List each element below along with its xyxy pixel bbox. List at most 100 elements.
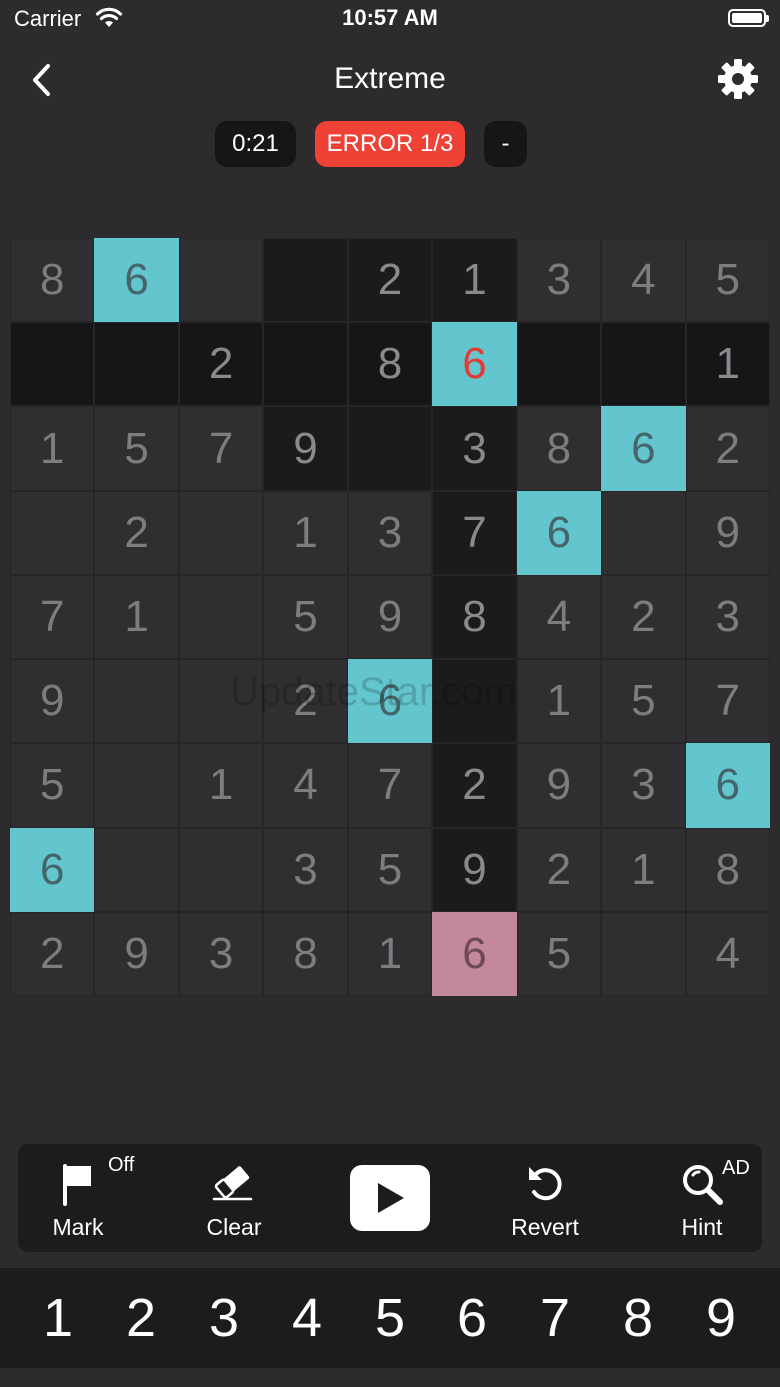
board-cell[interactable]: 1 <box>263 490 348 575</box>
board-cell[interactable] <box>94 743 179 828</box>
board-cell[interactable]: 1 <box>347 911 433 996</box>
number-key-1[interactable]: 1 <box>23 1268 93 1368</box>
board-cell[interactable] <box>263 322 348 407</box>
board-cell[interactable]: 2 <box>516 827 602 912</box>
play-button[interactable] <box>350 1165 430 1231</box>
revert-label: Revert <box>511 1214 579 1240</box>
board-cell[interactable]: 3 <box>685 574 770 660</box>
board-cell[interactable] <box>347 406 433 491</box>
number-key-4[interactable]: 4 <box>272 1268 342 1368</box>
board-cell[interactable]: 8 <box>685 827 770 912</box>
board-cell[interactable] <box>94 659 179 744</box>
board-cell[interactable]: 3 <box>178 911 264 996</box>
board-cell[interactable]: 6 <box>516 490 602 575</box>
undo-icon <box>523 1162 567 1209</box>
board-cell[interactable] <box>178 238 264 323</box>
board-cell[interactable]: 2 <box>685 406 770 491</box>
hint-button[interactable]: AD Hint <box>642 1144 762 1252</box>
number-key-9[interactable]: 9 <box>686 1268 756 1368</box>
clear-button[interactable]: Clear <box>174 1144 294 1252</box>
board-cell[interactable]: 9 <box>94 911 179 996</box>
board-cell[interactable]: 4 <box>685 911 770 996</box>
board-cell[interactable]: 2 <box>263 659 348 744</box>
board-cell[interactable]: 3 <box>601 743 686 828</box>
board-cell[interactable] <box>178 659 264 744</box>
board-cell[interactable]: 7 <box>10 574 95 660</box>
board-cell[interactable]: 8 <box>10 238 95 323</box>
board-cell[interactable]: 9 <box>685 490 770 575</box>
board-cell[interactable] <box>10 490 95 575</box>
board-cell[interactable]: 8 <box>347 322 433 407</box>
board-cell[interactable] <box>94 322 179 407</box>
revert-button[interactable]: Revert <box>485 1144 605 1252</box>
board-cell[interactable]: 5 <box>347 827 433 912</box>
board-cell[interactable]: 4 <box>516 574 602 660</box>
number-key-5[interactable]: 5 <box>355 1268 425 1368</box>
board-cell[interactable]: 8 <box>263 911 348 996</box>
board-cell[interactable] <box>516 322 602 407</box>
board-cell[interactable]: 3 <box>347 490 433 575</box>
board-cell[interactable] <box>10 322 95 407</box>
board-cell[interactable]: 3 <box>516 238 602 323</box>
board-cell[interactable]: 5 <box>10 743 95 828</box>
board-cell[interactable]: 2 <box>347 238 433 323</box>
hint-ad-badge: AD <box>722 1157 750 1179</box>
number-key-7[interactable]: 7 <box>520 1268 590 1368</box>
settings-button[interactable] <box>716 57 760 101</box>
flag-icon <box>60 1162 96 1211</box>
board-cell[interactable]: 1 <box>432 238 517 323</box>
board-cell[interactable]: 6 <box>94 238 179 323</box>
number-key-6[interactable]: 6 <box>437 1268 507 1368</box>
board-cell[interactable]: 1 <box>685 322 770 407</box>
board-cell[interactable]: 6 <box>432 911 517 996</box>
board-cell[interactable]: 8 <box>516 406 602 491</box>
board-cell[interactable]: 5 <box>685 238 770 323</box>
board-cell[interactable]: 3 <box>432 406 517 491</box>
board-cell[interactable] <box>601 911 686 996</box>
board-cell[interactable] <box>432 659 517 744</box>
board-cell[interactable]: 9 <box>347 574 433 660</box>
board-cell[interactable]: 6 <box>10 827 95 912</box>
board-cell[interactable] <box>178 490 264 575</box>
board-cell[interactable]: 6 <box>347 659 433 744</box>
number-key-2[interactable]: 2 <box>106 1268 176 1368</box>
board-cell[interactable]: 1 <box>10 406 95 491</box>
board-cell[interactable] <box>178 574 264 660</box>
board-cell[interactable] <box>601 322 686 407</box>
board-cell[interactable]: 9 <box>10 659 95 744</box>
board-cell[interactable]: 1 <box>178 743 264 828</box>
board-cell[interactable]: 6 <box>432 322 517 407</box>
board-cell[interactable]: 7 <box>685 659 770 744</box>
board-cell[interactable]: 4 <box>263 743 348 828</box>
board-cell[interactable]: 2 <box>432 743 517 828</box>
board-cell[interactable]: 5 <box>516 911 602 996</box>
board-cell[interactable]: 7 <box>432 490 517 575</box>
board-cell[interactable] <box>263 238 348 323</box>
board-cell[interactable]: 5 <box>94 406 179 491</box>
board-cell[interactable]: 1 <box>516 659 602 744</box>
board-cell[interactable]: 9 <box>263 406 348 491</box>
mark-button[interactable]: Off Mark <box>18 1144 138 1252</box>
board-cell[interactable] <box>178 827 264 912</box>
board-cell[interactable]: 3 <box>263 827 348 912</box>
number-key-3[interactable]: 3 <box>189 1268 259 1368</box>
board-cell[interactable]: 9 <box>516 743 602 828</box>
board-cell[interactable]: 6 <box>685 743 770 828</box>
board-cell[interactable]: 2 <box>94 490 179 575</box>
board-cell[interactable]: 7 <box>347 743 433 828</box>
board-cell[interactable]: 8 <box>432 574 517 660</box>
board-cell[interactable]: 5 <box>601 659 686 744</box>
board-cell[interactable]: 4 <box>601 238 686 323</box>
board-cell[interactable]: 2 <box>178 322 264 407</box>
board-cell[interactable]: 5 <box>263 574 348 660</box>
board-cell[interactable]: 2 <box>601 574 686 660</box>
board-cell[interactable] <box>601 490 686 575</box>
board-cell[interactable]: 1 <box>94 574 179 660</box>
number-key-8[interactable]: 8 <box>603 1268 673 1368</box>
board-cell[interactable]: 1 <box>601 827 686 912</box>
board-cell[interactable]: 7 <box>178 406 264 491</box>
board-cell[interactable]: 6 <box>601 406 686 491</box>
board-cell[interactable]: 9 <box>432 827 517 912</box>
board-cell[interactable]: 2 <box>10 911 95 996</box>
board-cell[interactable] <box>94 827 179 912</box>
